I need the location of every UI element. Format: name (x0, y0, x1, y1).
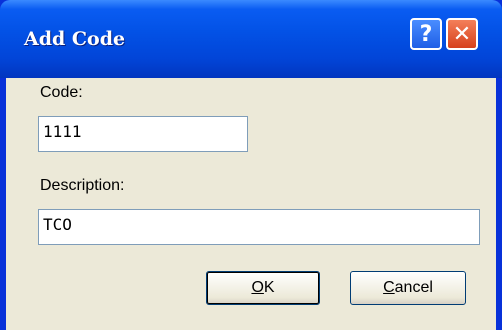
ok-label-rest: K (263, 279, 275, 296)
title-bar[interactable]: Add Code ? ✕ (0, 0, 502, 78)
ok-mnemonic: O (251, 279, 264, 296)
ok-button[interactable]: OK (206, 271, 320, 305)
dialog-body: Code: 1111 Description: TCO OK Cancel (6, 78, 496, 330)
description-label: Description: (40, 177, 125, 194)
help-icon: ? (419, 21, 433, 47)
close-icon: ✕ (452, 21, 472, 47)
description-input[interactable]: TCO (38, 209, 480, 245)
cancel-button[interactable]: Cancel (350, 271, 466, 305)
dialog-window: Add Code ? ✕ Code: 1111 Description: TCO… (0, 0, 502, 330)
help-button[interactable]: ? (410, 18, 442, 50)
cancel-label-rest: ancel (394, 279, 433, 296)
window-title: Add Code (24, 28, 126, 50)
cancel-mnemonic: C (383, 279, 395, 296)
close-button[interactable]: ✕ (446, 18, 478, 50)
code-input[interactable]: 1111 (38, 116, 248, 152)
code-label: Code: (40, 84, 83, 101)
